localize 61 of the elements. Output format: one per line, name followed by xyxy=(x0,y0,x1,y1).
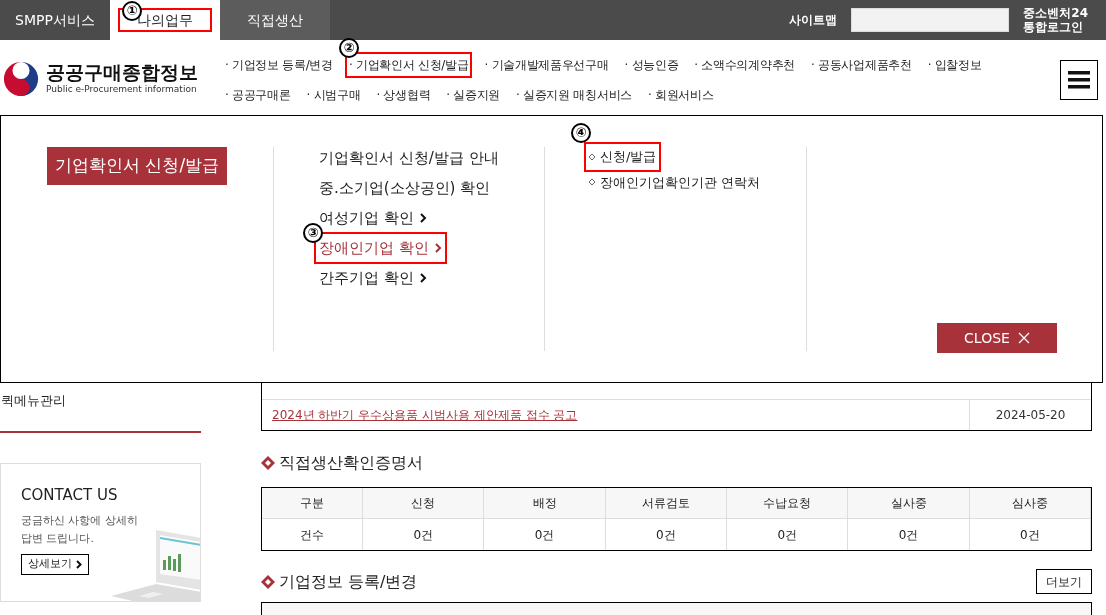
top-tab[interactable]: SMPP서비스 xyxy=(0,0,110,40)
diamond-bullet-icon xyxy=(589,153,595,160)
column-header: 신청 xyxy=(363,488,485,519)
column-header: 구분 xyxy=(262,488,364,519)
close-icon xyxy=(1017,332,1030,344)
annotation-number: ② xyxy=(338,38,359,58)
notice-date: 2024-05-20 xyxy=(969,400,1091,430)
dropdown-title: 기업확인서 신청/발급 xyxy=(47,147,228,185)
chevron-right-icon xyxy=(76,559,82,569)
more-button[interactable]: 더보기 xyxy=(1036,569,1092,594)
top-tab[interactable]: 직접생산 xyxy=(220,0,330,40)
menu-icon xyxy=(1068,71,1090,89)
section-heading: 기업정보 등록/변경 xyxy=(279,570,418,593)
column-header: 배정 xyxy=(484,488,606,519)
nav-link[interactable]: · 공동사업제품추천 xyxy=(811,56,912,74)
logo-subtitle: Public e-Procurement information xyxy=(46,83,198,97)
table-cell: 0건 xyxy=(969,519,1091,550)
contact-text: 궁금하신 사항에 상세히 답변 드립니다. xyxy=(21,513,139,547)
nav-link[interactable]: · 입찰정보 xyxy=(927,56,982,74)
nav-link[interactable]: · 기술개발제품우선구매 xyxy=(484,56,609,74)
table-cell: 0건 xyxy=(605,519,728,550)
taegeuk-logo-icon xyxy=(2,60,40,98)
table-cell: 0건 xyxy=(727,519,849,550)
submenu-link[interactable]: 신청/발급 xyxy=(589,147,657,167)
integrated-login-link[interactable]: 중소벤처24 통합로그인 xyxy=(1023,6,1088,34)
nav-link[interactable]: · 소액수의계약추천 xyxy=(694,56,795,74)
logo-title: 공공구매종합정보 xyxy=(46,61,198,84)
submenu-link[interactable]: 중.소기업(소상공인) 확인 xyxy=(319,177,491,199)
diamond-icon xyxy=(261,456,275,470)
column-header: 수납요청 xyxy=(727,488,849,519)
nav-link[interactable]: · 실증지원 xyxy=(446,86,501,104)
table-cell: 건수 xyxy=(262,519,364,550)
submenu-link[interactable]: 기업확인서 신청/발급 안내 xyxy=(319,147,499,169)
nav-link[interactable]: · 회원서비스 xyxy=(647,86,714,104)
column-header: 심사중 xyxy=(969,488,1091,519)
contact-title: CONTACT US xyxy=(21,484,119,506)
annotation-number: ④ xyxy=(571,123,591,143)
sitemap-link[interactable]: 사이트맵 xyxy=(789,11,838,29)
nav-link[interactable]: · 시범구매 xyxy=(306,86,361,104)
notice-link[interactable]: 2024년 하반기 우수상용품 시범사용 제안제품 접수 공고 xyxy=(262,406,969,424)
annotation-number: ③ xyxy=(303,223,323,243)
detail-button[interactable]: 상세보기 xyxy=(21,554,89,575)
nav-link[interactable]: · 공공구매론 xyxy=(225,86,291,104)
nav-link[interactable]: · 기업정보 등록/변경 xyxy=(225,56,333,74)
nav-link[interactable]: · 성능인증 xyxy=(624,56,679,74)
nav-link[interactable]: · 실증지원 매칭서비스 xyxy=(516,86,632,104)
table-cell: 0건 xyxy=(484,519,606,550)
submenu-link[interactable]: 간주기업 확인 xyxy=(319,267,427,289)
section-heading: 직접생산확인증명서 xyxy=(279,452,423,474)
submenu-link[interactable]: 장애인기업확인기관 연락처 xyxy=(589,172,761,192)
diamond-icon xyxy=(261,574,275,589)
diamond-bullet-icon xyxy=(589,179,595,186)
search-field[interactable] xyxy=(851,8,1010,32)
nav-link[interactable]: · 상생협력 xyxy=(376,86,431,104)
table-cell: 0건 xyxy=(848,519,970,550)
quick-menu-link[interactable]: 퀵메뉴관리 xyxy=(0,391,201,411)
close-button[interactable]: CLOSE xyxy=(937,323,1057,353)
column-header: 실사중 xyxy=(848,488,970,519)
column-header: 서류검토 xyxy=(605,488,728,519)
menu-button[interactable] xyxy=(1060,60,1098,100)
table-cell: 0건 xyxy=(363,519,485,550)
